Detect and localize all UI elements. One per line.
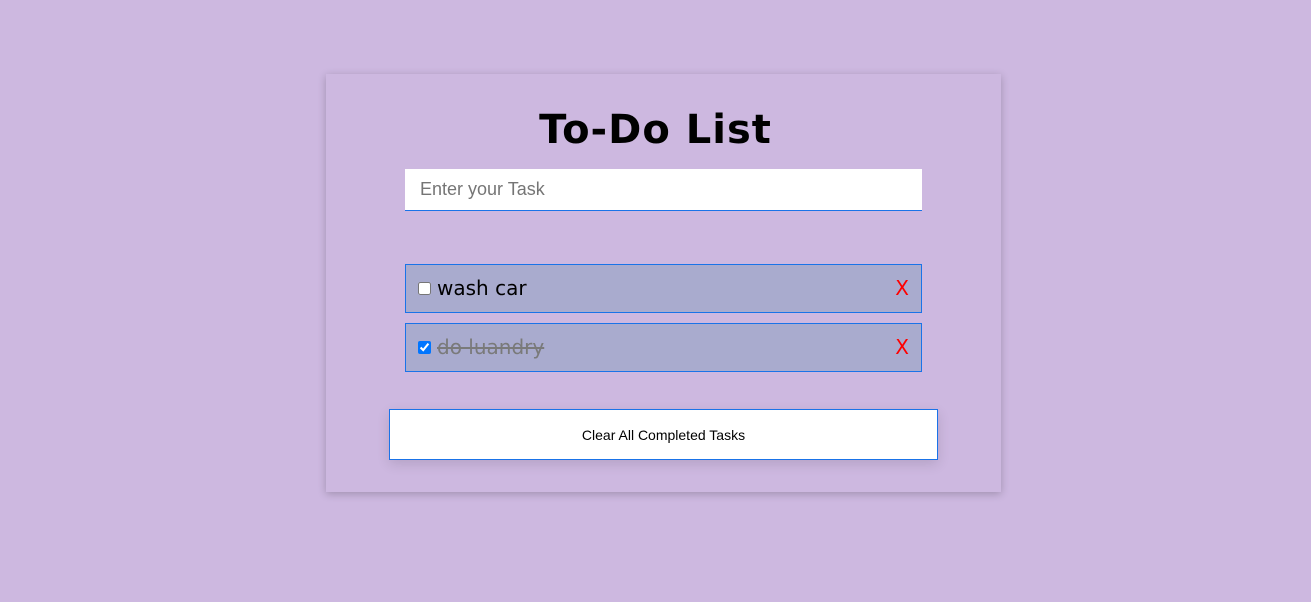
task-label[interactable]: wash car xyxy=(437,265,527,312)
clear-completed-button[interactable]: Clear All Completed Tasks xyxy=(389,409,938,460)
task-list: wash car X do luandry X xyxy=(405,264,922,382)
task-label[interactable]: do luandry xyxy=(437,324,544,371)
task-checkbox[interactable] xyxy=(418,282,431,295)
task-checkbox[interactable] xyxy=(418,341,431,354)
task-item: do luandry X xyxy=(405,323,922,372)
task-input[interactable] xyxy=(405,169,922,211)
delete-task-button[interactable]: X xyxy=(895,265,909,312)
task-item: wash car X xyxy=(405,264,922,313)
page-title: To-Do List xyxy=(539,107,772,153)
delete-task-button[interactable]: X xyxy=(895,324,909,371)
